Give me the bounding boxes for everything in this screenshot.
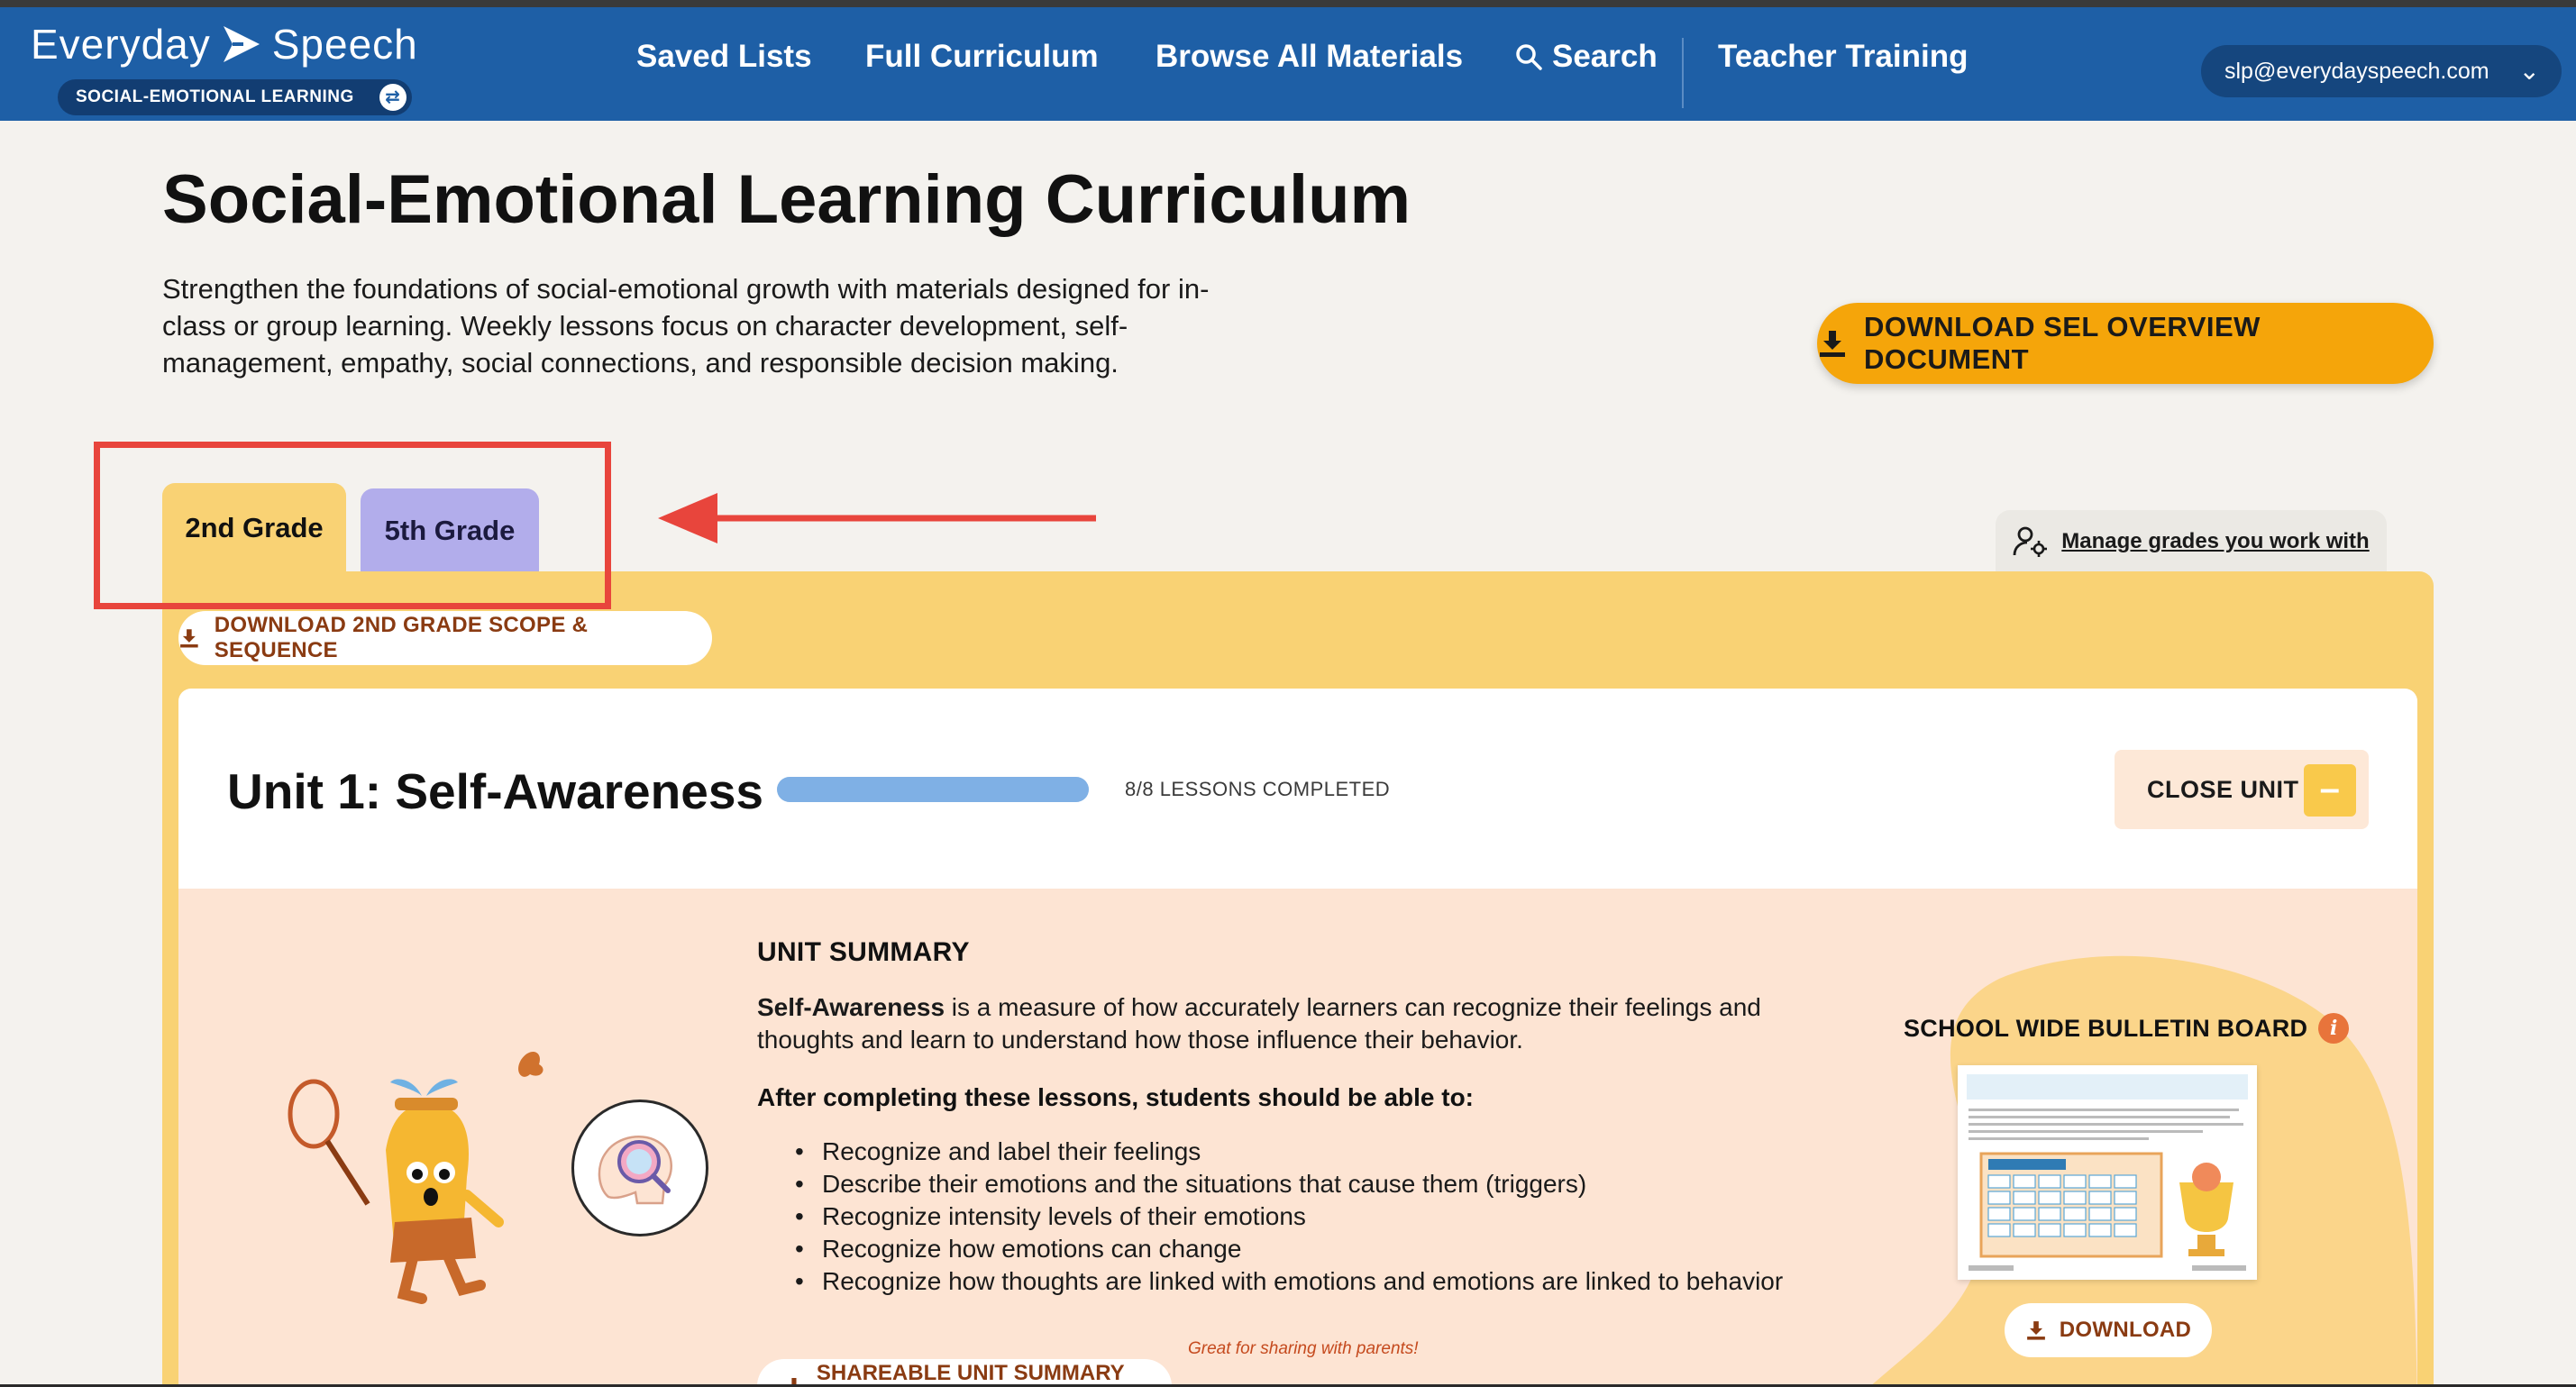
sharing-note: Great for sharing with parents!	[1188, 1339, 1419, 1358]
unit-card: Unit 1: Self-Awareness 8/8 LESSONS COMPL…	[178, 689, 2417, 1387]
download-overview-button[interactable]: DOWNLOAD SEL OVERVIEW DOCUMENT	[1817, 303, 2434, 384]
goal-item: Describe their emotions and the situatio…	[757, 1168, 1783, 1200]
goal-item: Recognize and label their feelings	[757, 1136, 1783, 1168]
page-description: Strengthen the foundations of social-emo…	[162, 273, 1210, 379]
site-header: Everyday Speech SOCIAL-EMOTIONAL LEARNIN…	[0, 7, 2576, 121]
search-icon	[1516, 44, 1542, 70]
nav-search-label: Search	[1552, 39, 1658, 74]
unit-summary-text: Self-Awareness is a measure of how accur…	[757, 991, 1821, 1056]
annotation-highlight-box	[94, 442, 611, 609]
download-scope-label: DOWNLOAD 2ND GRADE SCOPE & SEQUENCE	[214, 613, 589, 662]
goal-item: Recognize how thoughts are linked with e…	[757, 1265, 1783, 1298]
goals-list: Recognize and label their feelings Descr…	[757, 1136, 1783, 1298]
collapse-icon: –	[2304, 764, 2356, 817]
logo-text-speech: Speech	[271, 21, 418, 68]
nav-search[interactable]: Search	[1514, 0, 1658, 114]
shareable-summary-button[interactable]: SHAREABLE UNIT SUMMARY PDF	[757, 1359, 1172, 1387]
unit-progress-fill	[777, 777, 1089, 802]
nav-full-curriculum[interactable]: Full Curriculum	[865, 0, 1099, 114]
download-scope-sequence-button[interactable]: DOWNLOAD 2ND GRADE SCOPE & SEQUENCE	[178, 611, 712, 665]
logo[interactable]: Everyday Speech	[31, 20, 418, 68]
goal-item: Recognize intensity levels of their emot…	[757, 1200, 1783, 1233]
goals-heading: After completing these lessons, students…	[757, 1083, 1475, 1111]
close-unit-button[interactable]: CLOSE UNIT –	[2115, 750, 2369, 829]
unit-title: Unit 1: Self-Awareness	[227, 763, 764, 819]
user-settings-icon	[2013, 526, 2048, 557]
chevron-down-icon: ⌄	[2518, 57, 2540, 85]
bulletin-board-label: SCHOOL WIDE BULLETIN BOARD	[1904, 1014, 2308, 1042]
nav-divider	[1682, 38, 1684, 108]
program-badge-label: SOCIAL-EMOTIONAL LEARNING	[76, 87, 354, 106]
program-badge[interactable]: SOCIAL-EMOTIONAL LEARNING ⇄	[58, 79, 412, 115]
logo-text-everyday: Everyday	[31, 21, 211, 68]
mascot-illustration	[288, 1051, 544, 1304]
nav-teacher-training[interactable]: Teacher Training	[1718, 0, 1969, 114]
nav-saved-lists[interactable]: Saved Lists	[636, 0, 812, 114]
bulletin-download-label: DOWNLOAD	[2059, 1318, 2192, 1342]
unit-summary-section: UNIT SUMMARY Self-Awareness is a measure…	[178, 889, 2417, 1387]
self-awareness-icon	[571, 1100, 708, 1236]
close-unit-label: CLOSE UNIT	[2147, 775, 2299, 803]
page-title: Social-Emotional Learning Curriculum	[162, 161, 1411, 238]
brain-magnifier-icon	[598, 1136, 672, 1205]
download-overview-label: DOWNLOAD SEL OVERVIEW DOCUMENT	[1863, 311, 2261, 375]
account-dropdown[interactable]: slp@everydayspeech.com ⌄	[2201, 45, 2562, 97]
account-email: slp@everydayspeech.com	[2224, 59, 2489, 84]
summary-term: Self-Awareness	[757, 993, 945, 1021]
unit-progress-text: 8/8 LESSONS COMPLETED	[1125, 778, 1391, 800]
goal-item: Recognize how emotions can change	[757, 1233, 1783, 1265]
shareable-summary-label: SHAREABLE UNIT SUMMARY PDF	[816, 1361, 1125, 1387]
logo-arrow-icon	[223, 26, 260, 62]
unit-summary-heading: UNIT SUMMARY	[757, 937, 970, 967]
bulletin-download-button[interactable]: DOWNLOAD	[2005, 1303, 2212, 1357]
manage-grades-label: Manage grades you work with	[2061, 529, 2370, 553]
download-icon	[2026, 1321, 2045, 1340]
download-icon	[180, 629, 198, 648]
bulletin-board-thumbnail[interactable]	[1958, 1065, 2257, 1280]
swap-program-icon[interactable]: ⇄	[379, 84, 406, 111]
download-icon	[1819, 331, 1845, 357]
annotation-arrow-icon	[658, 493, 1096, 543]
bulletin-board-heading: SCHOOL WIDE BULLETIN BOARD i	[1904, 1013, 2350, 1044]
info-icon[interactable]: i	[2318, 1013, 2350, 1044]
nav-browse-all-materials[interactable]: Browse All Materials	[1156, 0, 1463, 114]
manage-grades-link[interactable]: Manage grades you work with	[1996, 510, 2387, 573]
unit-progress-bar	[777, 777, 1089, 802]
bulletin-preview-image	[1958, 1065, 2257, 1280]
